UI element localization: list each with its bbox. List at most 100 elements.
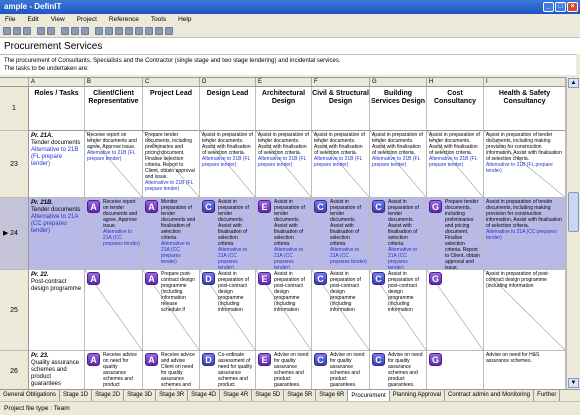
- save-icon[interactable]: [23, 27, 31, 35]
- role-cell[interactable]: C Assist in preparation of tender documen…: [200, 198, 256, 270]
- role-cell[interactable]: Assist in preparation of post-contract d…: [484, 270, 566, 351]
- sheet-tab[interactable]: General Obligations: [0, 390, 61, 401]
- paste-icon[interactable]: [81, 27, 89, 35]
- open-icon[interactable]: [13, 27, 21, 35]
- scroll-up-icon[interactable]: ▲: [568, 78, 579, 88]
- role-cell[interactable]: A Receive advice on need for quality assu…: [85, 351, 143, 389]
- row-number[interactable]: 1: [0, 87, 29, 131]
- column-letter[interactable]: G: [370, 78, 427, 87]
- role-cell[interactable]: E Advise on need for quality assurance sc…: [256, 351, 312, 389]
- maximize-button[interactable]: □: [555, 2, 566, 12]
- role-cell[interactable]: Assist in preparation of tender document…: [200, 131, 256, 198]
- scroll-down-icon[interactable]: ▼: [568, 378, 579, 388]
- menu-project[interactable]: Project: [77, 14, 97, 25]
- column-letter[interactable]: A: [29, 78, 85, 87]
- role-cell[interactable]: A Receive advice and advise Client on nee…: [143, 351, 200, 389]
- role-cell[interactable]: G Prepare tender documents, including pre…: [427, 198, 484, 270]
- minimize-button[interactable]: _: [543, 2, 554, 12]
- role-cell[interactable]: C Advise on need for quality assurance sc…: [370, 351, 427, 389]
- chart-icon[interactable]: [115, 27, 123, 35]
- role-cell[interactable]: Assist in preparation of tender document…: [484, 198, 566, 270]
- column-header: Civil & Structural Design: [312, 87, 370, 131]
- role-cell[interactable]: C Assist in preparation of tender documen…: [370, 198, 427, 270]
- role-cell[interactable]: Receive report on tender documents and a…: [85, 131, 143, 198]
- row-number[interactable]: 26: [0, 351, 29, 389]
- sheet-tab[interactable]: Procurement: [348, 390, 390, 401]
- print-icon[interactable]: [37, 27, 45, 35]
- column-letter[interactable]: B: [85, 78, 143, 87]
- role-cell[interactable]: DAssist in preparation of post-contract …: [200, 270, 256, 351]
- role-cell[interactable]: G: [427, 351, 484, 389]
- copy-icon[interactable]: [71, 27, 79, 35]
- role-cell[interactable]: CAssist in preparation of post-contract …: [312, 270, 370, 351]
- sheet-tab[interactable]: Stage 1D: [60, 390, 93, 401]
- menu-view[interactable]: View: [51, 14, 65, 25]
- column-letter[interactable]: I: [484, 78, 566, 87]
- row-number[interactable]: 25: [0, 270, 29, 351]
- role-cell[interactable]: C Assist in preparation of tender documen…: [312, 198, 370, 270]
- menu-file[interactable]: File: [5, 14, 15, 25]
- role-cell[interactable]: A Receive report on tender documents and …: [85, 198, 143, 270]
- role-cell[interactable]: D Co-ordinate assessment of need for qual…: [200, 351, 256, 389]
- role-cell[interactable]: A Monitor preparation of tender documents…: [143, 198, 200, 270]
- role-cell[interactable]: Assist in preparation of tender document…: [370, 131, 427, 198]
- column-header-label: Project Lead: [149, 90, 192, 97]
- role-cell[interactable]: Assist in preparation of tender document…: [312, 131, 370, 198]
- sheet-tab[interactable]: Stage 4D: [188, 390, 221, 401]
- filter-icon[interactable]: [125, 27, 133, 35]
- tools-icon[interactable]: [135, 27, 143, 35]
- new-icon[interactable]: [3, 27, 11, 35]
- menu-tools[interactable]: Tools: [151, 14, 166, 25]
- column-letter[interactable]: E: [256, 78, 312, 87]
- column-header-label: Cost Consultancy: [433, 90, 476, 105]
- find-icon[interactable]: [145, 27, 153, 35]
- cell-text: Assist in preparation of tender document…: [330, 199, 361, 247]
- column-letter[interactable]: D: [200, 78, 256, 87]
- role-cell[interactable]: Advise on need for H&S assurance schemes…: [484, 351, 566, 389]
- row-number[interactable]: 24 ▶: [0, 198, 29, 270]
- sheet-tab[interactable]: Stage 6R: [316, 390, 349, 401]
- sheet-tab[interactable]: Stage 4R: [220, 390, 253, 401]
- column-header-label: Health & Safety Consultancy: [498, 90, 551, 105]
- preview-icon[interactable]: [47, 27, 55, 35]
- grid-icon[interactable]: [105, 27, 113, 35]
- sheet-tab[interactable]: Further: [534, 390, 561, 401]
- vertical-scrollbar[interactable]: ▲ ▼: [566, 77, 580, 389]
- role-cell[interactable]: Prepare tender documents, including prel…: [143, 131, 200, 198]
- folder-icon[interactable]: [95, 27, 103, 35]
- role-cell[interactable]: Assist in preparation of tender document…: [484, 131, 566, 198]
- menu-edit[interactable]: Edit: [27, 14, 38, 25]
- role-cell[interactable]: E Assist in preparation of tender documen…: [256, 198, 312, 270]
- sheet-tab[interactable]: Stage 2D: [92, 390, 125, 401]
- help-icon[interactable]: [165, 27, 173, 35]
- column-letter[interactable]: C: [143, 78, 200, 87]
- task-cell[interactable]: Pr. 23. Quality assurance schemes and pro…: [29, 351, 85, 389]
- menu-help[interactable]: Help: [178, 14, 191, 25]
- role-cell[interactable]: EAssist in preparation of post-contract …: [256, 270, 312, 351]
- sheet-tab[interactable]: Stage 3R: [156, 390, 189, 401]
- sheet-tab[interactable]: Planning Approval: [389, 390, 446, 401]
- close-button[interactable]: ×: [567, 2, 578, 12]
- role-cell[interactable]: G: [427, 270, 484, 351]
- row-number[interactable]: 23: [0, 131, 29, 198]
- menu-reference[interactable]: Reference: [109, 14, 139, 25]
- cut-icon[interactable]: [61, 27, 69, 35]
- task-cell[interactable]: Pr. 22. Post-contract design programme: [29, 270, 85, 351]
- settings-icon[interactable]: [155, 27, 163, 35]
- sheet-tab[interactable]: Contract admin and Monitoring: [445, 390, 535, 401]
- role-cell[interactable]: APrepare post-contract design programme …: [143, 270, 200, 351]
- scroll-thumb[interactable]: [568, 192, 579, 232]
- role-cell[interactable]: Assist in preparation of tender document…: [256, 131, 312, 198]
- sheet-tab[interactable]: Stage 5D: [252, 390, 285, 401]
- role-cell[interactable]: CAssist in preparation of post-contract …: [370, 270, 427, 351]
- column-letter[interactable]: F: [312, 78, 370, 87]
- task-cell[interactable]: Pr. 21B. Tender documents Alternative to 2…: [29, 198, 85, 270]
- cell-text-wrap: Prepare tender documents, including prel…: [445, 199, 481, 269]
- task-cell[interactable]: Pr. 21A. Tender documents Alternative to 2…: [29, 131, 85, 198]
- role-cell[interactable]: A: [85, 270, 143, 351]
- role-cell[interactable]: C Advise on need for quality assurance sc…: [312, 351, 370, 389]
- sheet-tab[interactable]: Stage 5R: [284, 390, 317, 401]
- sheet-tab[interactable]: Stage 3D: [124, 390, 157, 401]
- role-cell[interactable]: Assist in preparation of tender document…: [427, 131, 484, 198]
- column-letter[interactable]: H: [427, 78, 484, 87]
